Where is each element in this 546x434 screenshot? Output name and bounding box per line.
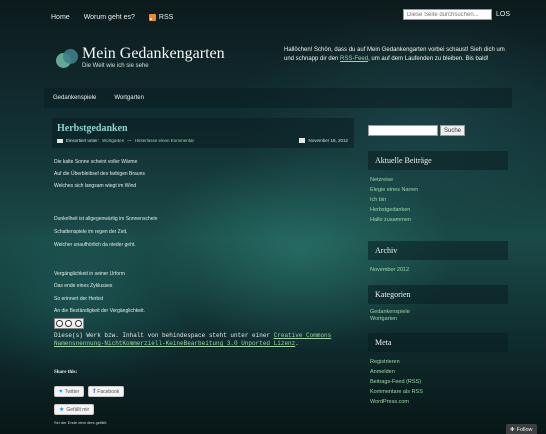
poem-line: Die kalte Sonne scheint voller Wärme [54, 159, 138, 165]
top-nav-home[interactable]: Home [44, 14, 77, 21]
post-comment-link[interactable]: Hinterlasse einen Kommentar [135, 138, 194, 143]
widget-title: Archiv [368, 241, 508, 260]
post-date-text: November 18, 2012 [308, 138, 348, 143]
site-title[interactable]: Mein Gedankengarten [82, 45, 225, 63]
recent-post-link[interactable]: Hallo zusammen [370, 215, 508, 225]
main-nav-gedankenspiele[interactable]: Gedankenspiele [44, 95, 105, 101]
rss-icon [148, 14, 156, 21]
archive-link[interactable]: November 2012 [370, 265, 508, 275]
category-link[interactable]: Wortgarten [370, 316, 508, 323]
welcome-text: Hallöchen! Schön, dass du auf Mein Gedan… [284, 46, 506, 64]
top-search: LOS [402, 9, 510, 20]
recent-post-link[interactable]: Herbstgedanken [370, 205, 508, 215]
poem-line: Schattenspiele im regen der Zeit, [54, 229, 128, 235]
license-text-start: Diese(s) Werk bzw. Inhalt von behindespa… [54, 332, 274, 339]
follow-label: Follow [516, 426, 533, 433]
post-content: Herbstgedanken Einsortiert unter: Wortga… [52, 118, 354, 425]
widget-title: Meta [368, 333, 508, 352]
poem-line: Welcher unaufhörlich da nieder geht. [54, 242, 136, 248]
poem-line: So erinnert der Herbst [54, 296, 104, 302]
category-link[interactable]: Gedankenspiele [370, 309, 508, 316]
share-twitter-label: Twitter [64, 388, 80, 395]
poem-line: Auf die Überbleibsel des farbigen Brauns [54, 171, 145, 177]
share-twitter-button[interactable]: ♥ Twitter [54, 386, 85, 397]
follow-button[interactable]: ✚ Follow [506, 424, 537, 434]
post-date: November 18, 2012 [299, 138, 348, 143]
top-search-input[interactable] [402, 9, 492, 20]
top-nav-about[interactable]: Worum geht es? [77, 14, 142, 21]
share-facebook-button[interactable]: f Facebook [88, 386, 125, 397]
widget-categories: Kategorien Gedankenspiele Wortgarten [368, 285, 508, 323]
share-facebook-label: Facebook [97, 388, 120, 395]
like-button[interactable]: ★ Gefällt mir [54, 404, 95, 415]
star-icon: ★ [59, 407, 65, 413]
meta-link[interactable]: Kommentare als RSS [370, 387, 508, 397]
recent-post-link[interactable]: Ich bin [370, 195, 508, 205]
like-note: Sei der Erste dem dies gefällt. [54, 420, 108, 425]
twitter-icon: ♥ [59, 388, 63, 395]
main-nav-wortgarten[interactable]: Wortgarten [105, 95, 153, 101]
creative-commons-icon[interactable] [54, 318, 84, 329]
recent-post-link[interactable]: Netzreise [370, 175, 508, 185]
facebook-icon: f [93, 388, 96, 395]
share-buttons: ♥ Twitter f Facebook [54, 386, 125, 397]
meta-link[interactable]: Anmelden [370, 367, 508, 377]
widget-meta: Meta Registrieren Anmelden Beitrags-Feed… [368, 333, 508, 407]
post-title[interactable]: Herbstgedanken [57, 123, 349, 134]
sidebar-search-input[interactable] [368, 125, 438, 136]
top-nav-rss[interactable]: RSS [142, 14, 180, 21]
like-label: Gefällt mir [66, 406, 90, 413]
widget-title: Aktuelle Beiträge [368, 151, 508, 170]
main-nav: Gedankenspiele Wortgarten [44, 88, 512, 108]
recent-post-link[interactable]: Elegie eines Narren [370, 185, 508, 195]
sidebar-search-button[interactable]: Suche [440, 125, 466, 136]
share-title: Share this: [54, 370, 78, 375]
follow-icon: ✚ [510, 426, 515, 433]
poem-line: An die Beständigkeit der Vergänglichkeit… [54, 308, 145, 314]
post-meta: Einsortiert unter: Wortgarten — Hinterla… [57, 138, 194, 143]
poem-line: Das ende eines Zyklusses [54, 283, 113, 289]
poem-line: Welches sich langsam wiegt im Wind [54, 183, 137, 189]
post-category-link[interactable]: Wortgarten [102, 138, 124, 143]
rss-feed-link[interactable]: RSS-Feed [340, 56, 368, 62]
folder-icon [57, 138, 63, 143]
top-bar: Home Worum geht es? RSS LOS [44, 9, 512, 26]
poem-line: Dunkelheit ist allgegenwärtig im Sonnens… [54, 216, 158, 222]
license-text: Diese(s) Werk bzw. Inhalt von behindespa… [54, 332, 354, 348]
widget-archive: Archiv November 2012 [368, 241, 508, 275]
post-meta-sep: — [127, 138, 132, 143]
meta-link[interactable]: WordPress.com [370, 397, 508, 407]
post-meta-prefix: Einsortiert unter: [66, 138, 100, 143]
top-nav-rss-label: RSS [158, 14, 174, 21]
calendar-icon [299, 138, 306, 143]
top-search-button[interactable]: LOS [496, 11, 510, 18]
post-header: Herbstgedanken Einsortiert unter: Wortga… [52, 118, 354, 148]
license-text-end: . [295, 340, 299, 347]
site-logo-icon[interactable] [56, 49, 78, 71]
page-wrapper: Home Worum geht es? RSS LOS Mein Gedanke… [44, 0, 512, 434]
sidebar-search: Suche [368, 125, 466, 136]
widget-title: Kategorien [368, 285, 508, 304]
poem-line: Vergänglichkeit in seiner Urform [54, 271, 125, 277]
top-nav: Home Worum geht es? RSS [44, 14, 180, 21]
widget-recent-posts: Aktuelle Beiträge Netzreise Elegie eines… [368, 151, 508, 225]
meta-link[interactable]: Registrieren [370, 357, 508, 367]
site-tagline: Die Welt wie ich sie sehe [82, 63, 149, 69]
meta-link[interactable]: Beitrags-Feed (RSS) [370, 377, 508, 387]
welcome-text-end: , um auf dem Laufenden zu bleiben. Bis b… [368, 56, 489, 62]
